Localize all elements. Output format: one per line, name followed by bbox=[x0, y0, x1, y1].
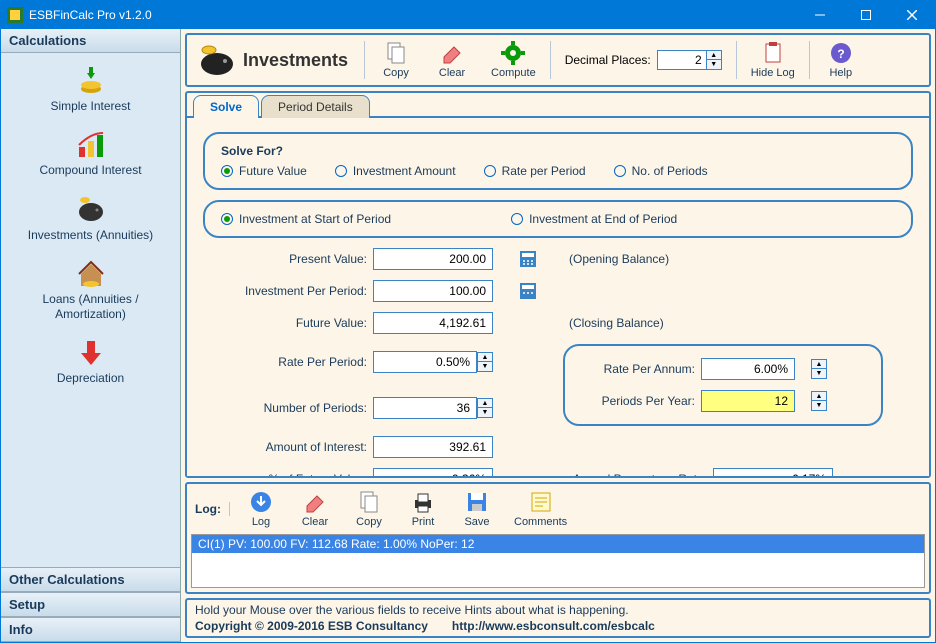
log-line[interactable]: CI(1) PV: 100.00 FV: 112.68 Rate: 1.00% … bbox=[192, 535, 924, 553]
percent-future-value-input[interactable] bbox=[373, 468, 493, 476]
annum-group: Rate Per Annum: ▲▼ Periods Per Year: ▲▼ bbox=[563, 344, 883, 426]
sidebar-item-setup[interactable]: Setup bbox=[1, 592, 180, 617]
copy-icon bbox=[357, 490, 381, 514]
titlebar: ESBFinCalc Pro v1.2.0 bbox=[1, 1, 935, 29]
spin-down-icon[interactable]: ▼ bbox=[707, 60, 721, 69]
log-list[interactable]: CI(1) PV: 100.00 FV: 112.68 Rate: 1.00% … bbox=[191, 534, 925, 588]
help-button[interactable]: ? Help bbox=[814, 39, 868, 81]
log-comments-button[interactable]: Comments bbox=[504, 488, 577, 530]
radio-start-of-period[interactable]: Investment at Start of Period bbox=[221, 212, 391, 226]
sidebar-item-info[interactable]: Info bbox=[1, 617, 180, 642]
sidebar-item-simple-interest[interactable]: Simple Interest bbox=[3, 59, 178, 123]
spin-up-icon[interactable]: ▲ bbox=[707, 51, 721, 60]
piggy-bank-icon bbox=[75, 194, 107, 226]
sidebar-item-investments[interactable]: Investments (Annuities) bbox=[3, 188, 178, 252]
eraser-icon bbox=[440, 41, 464, 65]
periods-per-year-input[interactable] bbox=[701, 390, 795, 412]
tab-period-details[interactable]: Period Details bbox=[261, 95, 370, 118]
sidebar-item-depreciation[interactable]: Depreciation bbox=[3, 331, 178, 395]
number-of-periods-input[interactable] bbox=[373, 397, 477, 419]
coins-up-icon bbox=[75, 65, 107, 97]
statusbar: Hold your Mouse over the various fields … bbox=[185, 598, 931, 638]
help-icon: ? bbox=[829, 41, 853, 65]
clear-button[interactable]: Clear bbox=[425, 39, 479, 81]
log-save-button[interactable]: Save bbox=[450, 488, 504, 530]
section-icon bbox=[197, 42, 237, 78]
apr-input[interactable] bbox=[713, 468, 833, 476]
decimal-label: Decimal Places: bbox=[565, 53, 651, 67]
investment-per-period-input[interactable] bbox=[373, 280, 493, 302]
log-clear-button[interactable]: Clear bbox=[288, 488, 342, 530]
window-title: ESBFinCalc Pro v1.2.0 bbox=[29, 8, 797, 22]
hide-log-button[interactable]: Hide Log bbox=[741, 39, 805, 81]
future-value-input[interactable] bbox=[373, 312, 493, 334]
log-print-button[interactable]: Print bbox=[396, 488, 450, 530]
present-value-input[interactable] bbox=[373, 248, 493, 270]
copy-icon bbox=[384, 41, 408, 65]
app-icon bbox=[7, 7, 23, 23]
sidebar: Calculations Simple Interest Compound In… bbox=[1, 29, 181, 642]
radio-end-of-period[interactable]: Investment at End of Period bbox=[511, 212, 677, 226]
radio-rate-per-period[interactable]: Rate per Period bbox=[484, 164, 586, 178]
sidebar-header: Calculations bbox=[1, 29, 180, 53]
log-button[interactable]: Log bbox=[234, 488, 288, 530]
minimize-button[interactable] bbox=[797, 1, 843, 29]
radio-no-of-periods[interactable]: No. of Periods bbox=[614, 164, 708, 178]
calculator-icon[interactable] bbox=[513, 283, 543, 299]
floppy-icon bbox=[465, 490, 489, 514]
download-icon bbox=[249, 490, 273, 514]
house-money-icon bbox=[75, 258, 107, 290]
radio-future-value[interactable]: Future Value bbox=[221, 164, 307, 178]
sidebar-item-compound-interest[interactable]: Compound Interest bbox=[3, 123, 178, 187]
svg-text:?: ? bbox=[837, 47, 844, 61]
bar-chart-icon bbox=[75, 129, 107, 161]
toolbar-panel: Investments Copy Clear Compute Decima bbox=[185, 33, 931, 87]
arrow-down-icon bbox=[75, 337, 107, 369]
gear-icon bbox=[501, 41, 525, 65]
copy-button[interactable]: Copy bbox=[369, 39, 423, 81]
sidebar-item-loans[interactable]: Loans (Annuities / Amortization) bbox=[3, 252, 178, 331]
maximize-button[interactable] bbox=[843, 1, 889, 29]
url-text: http://www.esbconsult.com/esbcalc bbox=[452, 619, 655, 633]
note-icon bbox=[529, 490, 553, 514]
close-button[interactable] bbox=[889, 1, 935, 29]
log-copy-button[interactable]: Copy bbox=[342, 488, 396, 530]
amount-of-interest-input[interactable] bbox=[373, 436, 493, 458]
copyright-text: Copyright © 2009-2016 ESB Consultancy bbox=[195, 619, 428, 633]
solve-for-group: Solve For? Future Value Investment Amoun… bbox=[203, 132, 913, 190]
eraser-icon bbox=[303, 490, 327, 514]
compute-button[interactable]: Compute bbox=[481, 39, 546, 81]
radio-investment-amount[interactable]: Investment Amount bbox=[335, 164, 456, 178]
clipboard-icon bbox=[761, 41, 785, 65]
calculator-icon[interactable] bbox=[513, 251, 543, 267]
timing-group: Investment at Start of Period Investment… bbox=[203, 200, 913, 238]
rate-per-period-input[interactable] bbox=[373, 351, 477, 373]
rate-per-annum-input[interactable] bbox=[701, 358, 795, 380]
decimal-places-input[interactable]: ▲▼ bbox=[657, 50, 722, 70]
log-panel: Log: Log Clear Copy Print Save Comments … bbox=[185, 482, 931, 594]
tab-solve[interactable]: Solve bbox=[193, 95, 259, 118]
printer-icon bbox=[411, 490, 435, 514]
sidebar-item-other[interactable]: Other Calculations bbox=[1, 567, 180, 592]
section-title: Investments bbox=[243, 50, 348, 71]
